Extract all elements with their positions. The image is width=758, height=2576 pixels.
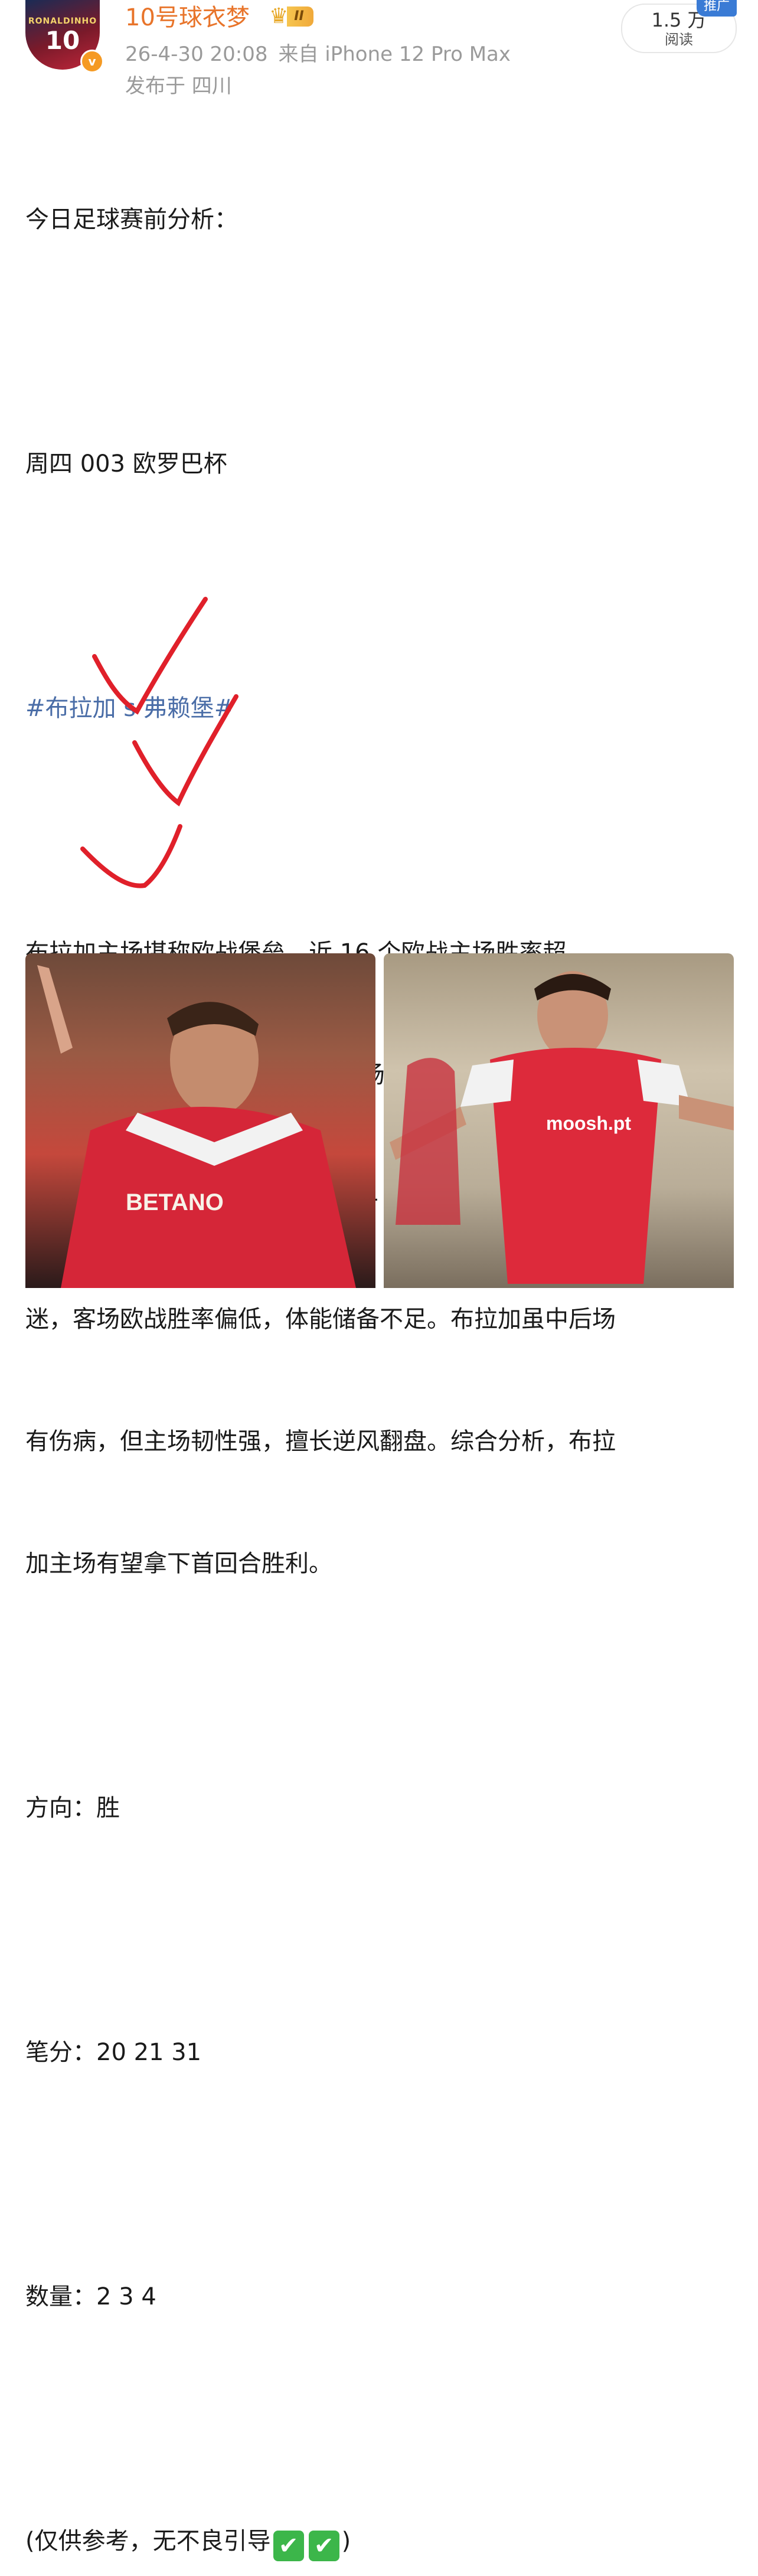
player-illustration bbox=[37, 965, 356, 1288]
username[interactable]: 10号球衣梦 bbox=[125, 2, 250, 33]
post-body: 今日足球赛前分析： 周四 003 欧罗巴杯 #布拉加 s 弗赖堡# 布拉加主场堪… bbox=[25, 118, 734, 2576]
vip-badge[interactable]: ♛ II bbox=[269, 5, 313, 28]
avatar-jersey-name: RONALDINHO bbox=[28, 17, 97, 26]
check-mark-icon: ✔ bbox=[273, 2531, 304, 2561]
promo-tag[interactable]: 推广 bbox=[697, 0, 737, 17]
crown-icon: ♛ bbox=[269, 4, 289, 28]
check-mark-icon: ✔ bbox=[308, 2531, 339, 2561]
disclaimer-close: ) bbox=[341, 2528, 351, 2555]
hashtag-link[interactable]: #布拉加 s 弗赖堡# bbox=[25, 688, 734, 729]
post-location: 发布于 四川 bbox=[125, 74, 232, 98]
post-timestamp: 26-4-30 20:08 bbox=[125, 43, 268, 66]
post-line-title: 今日足球赛前分析： bbox=[25, 206, 238, 233]
vip-level: II bbox=[287, 6, 313, 27]
post-source: 来自 iPhone 12 Pro Max bbox=[278, 43, 511, 66]
score-line: 笔分：20 21 31 bbox=[25, 2039, 202, 2066]
verified-icon: v bbox=[80, 50, 104, 73]
analysis-line: 加主场有望拿下首回合胜利。 bbox=[25, 1550, 332, 1577]
post-line-match: 周四 003 欧罗巴杯 bbox=[25, 450, 227, 478]
post-meta: 26-4-30 20:08 来自 iPhone 12 Pro Max bbox=[125, 41, 511, 67]
disclaimer-line: (仅供参考，无不良引导 ✔ ✔) bbox=[25, 2521, 734, 2562]
disclaimer-text: (仅供参考，无不良引导 bbox=[25, 2528, 271, 2555]
analysis-line: 有伤病，但主场韧性强，擅长逆风翻盘。综合分析，布拉 bbox=[25, 1428, 616, 1455]
count-line: 数量：2 3 4 bbox=[25, 2283, 156, 2310]
analysis-line: 迷，客场欧战胜率偏低，体能储备不足。布拉加虽中后场 bbox=[25, 1306, 616, 1333]
player-photo-right[interactable]: moosh.pt bbox=[384, 953, 734, 1288]
sponsor-right: moosh.pt bbox=[546, 1113, 631, 1134]
read-count-label: 阅读 bbox=[665, 31, 693, 48]
sponsor-left: BETANO bbox=[126, 1189, 224, 1215]
player-photo-left[interactable]: BETANO bbox=[25, 953, 375, 1288]
direction-line: 方向：胜 bbox=[25, 1794, 120, 1822]
